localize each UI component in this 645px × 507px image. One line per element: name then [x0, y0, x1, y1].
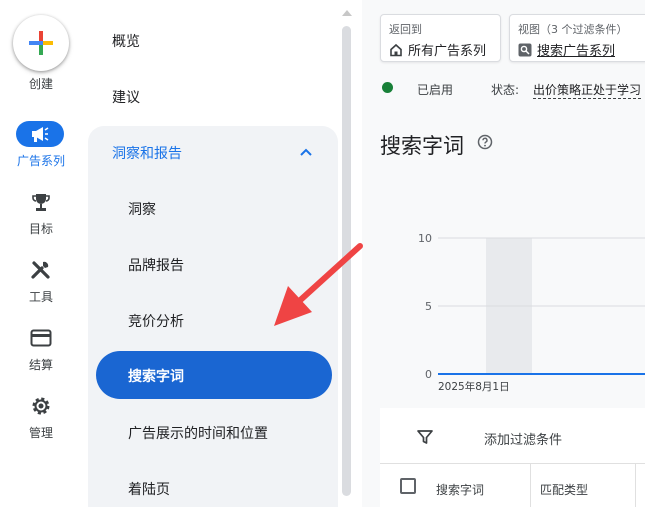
create-label: 创建	[28, 77, 53, 91]
chevron-up-icon	[300, 148, 312, 156]
credit-card-icon[interactable]	[27, 326, 55, 350]
back-to-campaigns-chip[interactable]: 返回到 所有广告系列	[380, 14, 501, 62]
search-campaign-icon	[518, 43, 532, 56]
home-icon	[390, 43, 402, 56]
nav-item-when-where[interactable]: 广告展示的时间和位置	[128, 423, 268, 443]
filter-bar: 添加过滤条件	[380, 408, 645, 464]
column-divider	[530, 464, 531, 507]
rail-label-tools: 工具	[28, 290, 53, 304]
nav-item-search-terms-label: 搜索字词	[128, 369, 184, 385]
nav-group-header[interactable]: 洞察和报告	[88, 126, 338, 176]
back-small-label: 返回到	[389, 23, 422, 36]
rail-label-billing: 结算	[28, 358, 53, 372]
chart-y-tick-label: 5	[425, 300, 432, 313]
nav-item-brand-report[interactable]: 品牌报告	[128, 255, 184, 275]
chart-x-tick-label: 2025年8月1日	[438, 380, 510, 393]
status-state-value[interactable]: 出价策略正处于学习	[533, 81, 642, 99]
nav-group-title: 洞察和报告	[112, 146, 182, 162]
rail-label-campaigns: 广告系列	[16, 154, 65, 168]
page-title: 搜索字词	[380, 134, 464, 158]
trophy-icon[interactable]	[27, 190, 55, 214]
nav-item-landing-pages[interactable]: 着陆页	[128, 479, 170, 499]
annotation-arrow-icon	[274, 243, 363, 326]
nav-item-insights[interactable]: 洞察	[128, 199, 156, 219]
view-filter-chip[interactable]: 视图（3 个过滤条件） 搜索广告系列	[509, 14, 645, 62]
chart-y-tick-label: 10	[418, 232, 432, 245]
nav-item-overview[interactable]: 概览	[112, 31, 140, 51]
rail-item-campaigns[interactable]	[16, 121, 64, 147]
column-header-search-term[interactable]: 搜索字词	[436, 481, 484, 498]
rail-label-admin: 管理	[28, 426, 53, 440]
nav-item-auction-insights[interactable]: 竞价分析	[128, 311, 184, 331]
help-icon[interactable]	[477, 134, 493, 150]
status-state-label: 状态:	[491, 83, 520, 97]
column-header-match-type[interactable]: 匹配类型	[540, 481, 588, 498]
left-rail: 创建 广告系列 目标 工具 结算 管理	[0, 0, 82, 507]
filter-icon[interactable]	[416, 428, 434, 446]
rail-label-goals: 目标	[28, 222, 53, 236]
view-main-label: 搜索广告系列	[537, 44, 616, 59]
create-button[interactable]	[13, 15, 69, 71]
search-terms-chart: 10 5 0 2025年8月1日	[418, 232, 645, 393]
view-small-label: 视图（3 个过滤条件）	[518, 23, 628, 36]
megaphone-icon	[32, 127, 49, 142]
select-all-checkbox[interactable]	[400, 478, 416, 494]
status-enabled-label: 已启用	[417, 83, 454, 97]
back-main-label: 所有广告系列	[408, 44, 487, 59]
column-divider	[635, 464, 636, 507]
nav-item-search-terms[interactable]: 搜索字词	[96, 351, 332, 399]
plus-icon	[29, 31, 53, 55]
tools-icon[interactable]	[27, 258, 55, 282]
scroll-up-arrow-icon[interactable]	[342, 10, 352, 16]
gear-icon[interactable]	[27, 394, 55, 418]
table-header: 搜索字词 匹配类型	[380, 464, 645, 507]
status-enabled-dot	[382, 82, 393, 93]
chart-y-tick-label: 0	[425, 368, 432, 381]
add-filter-button[interactable]: 添加过滤条件	[484, 429, 562, 448]
nav-item-recommendations[interactable]: 建议	[112, 87, 140, 107]
